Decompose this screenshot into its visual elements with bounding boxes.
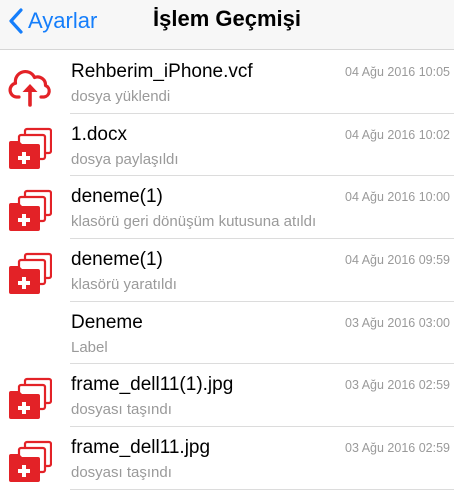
item-title: 1.docx xyxy=(71,123,127,145)
row-divider xyxy=(70,488,454,490)
history-screen: Ayarlar İşlem Geçmişi Rehberim_iPhone.vc… xyxy=(0,0,454,495)
item-subtitle: dosya paylaşıldı xyxy=(71,150,179,168)
item-title: Rehberim_iPhone.vcf xyxy=(71,61,253,82)
item-timestamp: 04 Ağu 2016 10:05 xyxy=(345,65,450,79)
folder-stack-icon xyxy=(8,376,53,420)
history-list: Rehberim_iPhone.vcfdosya yüklendi 04 Ağu … xyxy=(0,51,454,490)
page-title: İşlem Geçmişi xyxy=(153,6,301,31)
item-title: frame_dell11.jpg xyxy=(71,437,211,459)
item-subtitle: dosyası taşındı xyxy=(71,401,172,419)
item-subtitle: klasörü yaratıldı xyxy=(71,276,177,294)
list-item[interactable]: frame_dell11(1).jpg dosyası taşındı 03 Ağu… xyxy=(0,364,454,428)
navigation-bar: Ayarlar İşlem Geçmişi xyxy=(0,0,454,50)
list-item[interactable]: 1.docx dosya paylaşıldı 04 Ağu 2016 10:02 xyxy=(0,114,454,177)
item-subtitle: dosyası taşındı xyxy=(71,464,172,482)
folder-stack-icon xyxy=(8,126,53,170)
item-subtitle: dosya yüklendi xyxy=(71,88,171,105)
item-timestamp: 03 Ağu 2016 02:59 xyxy=(345,378,450,393)
item-title: deneme(1) xyxy=(71,249,163,271)
list-item[interactable]: deneme(1) klasörü geri dönüşüm kutusuna a… xyxy=(0,176,454,240)
item-title: frame_dell11(1).jpg xyxy=(71,374,234,396)
list-item[interactable]: frame_dell11.jpg dosyası taşındı 03 Ağu 20… xyxy=(0,427,454,490)
folder-stack-icon xyxy=(8,439,53,483)
item-timestamp: 03 Ağu 2016 03:00 xyxy=(345,315,450,330)
item-title: Deneme xyxy=(71,311,143,333)
folder-stack-icon xyxy=(8,251,53,295)
cloud-upload-icon xyxy=(8,63,52,107)
list-item[interactable]: Rehberim_iPhone.vcfdosya yüklendi 04 Ağu … xyxy=(0,51,454,114)
item-timestamp: 04 Ağu 2016 10:02 xyxy=(345,127,450,142)
item-subtitle: klasörü geri dönüşüm kutusuna atıldı xyxy=(71,213,317,231)
list-item[interactable]: Deneme Label 03 Ağu 2016 03:00 xyxy=(0,302,454,365)
item-timestamp: 03 Ağu 2016 02:59 xyxy=(345,441,450,456)
list-item[interactable]: deneme(1) klasörü yaratıldı 04 Ağu 2016 09… xyxy=(0,239,454,302)
item-timestamp: 04 Ağu 2016 09:59 xyxy=(345,253,450,268)
folder-stack-icon xyxy=(8,188,53,232)
item-title: deneme(1) xyxy=(71,186,163,208)
item-timestamp: 04 Ağu 2016 10:00 xyxy=(345,190,450,205)
item-subtitle: Label xyxy=(71,338,108,356)
